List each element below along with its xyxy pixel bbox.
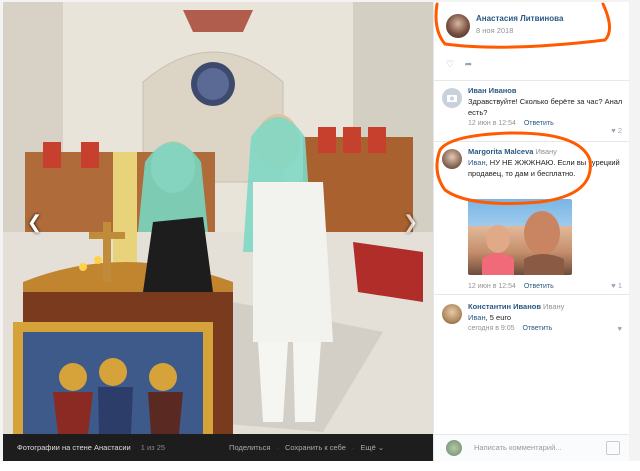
comment-time[interactable]: 12 июн в 12:54: [468, 283, 516, 290]
comment-author-line: Константин Иванов Ивану: [468, 302, 624, 311]
comment-input-row: Написать комментарий...: [434, 434, 629, 462]
share-icon[interactable]: ➦: [465, 59, 473, 69]
heart-icon: ♥: [617, 324, 622, 333]
reply-to[interactable]: Ивану: [543, 302, 564, 311]
comments-sidebar: Анастасия Литвинова 8 ноя 2018 ♡ ➦ Иван …: [433, 2, 629, 462]
comment-like[interactable]: ♥ 2: [611, 126, 622, 135]
avatar[interactable]: [446, 14, 470, 38]
mention-link[interactable]: Иван: [468, 158, 486, 167]
attached-photo: [482, 211, 564, 275]
chevron-left-icon[interactable]: ❮: [27, 212, 42, 233]
page-bottom: [0, 461, 640, 471]
like-count: 1: [617, 281, 622, 290]
avatar[interactable]: [442, 149, 462, 169]
comment: Иван Иванов Здравствуйте! Сколько берёте…: [442, 86, 626, 135]
photo-viewer-image[interactable]: ❮ ❯: [3, 2, 433, 434]
comment-time[interactable]: сегодня в 9:05: [468, 325, 515, 332]
separator: ·: [276, 443, 279, 452]
photo-info-bar: Фотографии на стене Анастасии 1 из 25 По…: [3, 434, 433, 461]
comment: Константин Иванов Ивану Иван, 5 euro сег…: [442, 302, 626, 342]
divider: [434, 80, 629, 81]
comment-author[interactable]: Константин Иванов: [468, 302, 541, 311]
camera-placeholder-icon: [447, 95, 457, 102]
mention-link[interactable]: Иван: [468, 313, 486, 322]
comment-like[interactable]: ♥: [618, 324, 622, 333]
post-date[interactable]: 8 ноя 2018: [476, 26, 513, 35]
avatar[interactable]: [442, 304, 462, 324]
comment-time[interactable]: 12 июн в 12:54: [468, 120, 516, 127]
chevron-right-icon[interactable]: ❯: [403, 212, 418, 233]
comment-meta: 12 июн в 12:54 Ответить: [468, 120, 624, 127]
comment-text-line: Иван, 5 euro: [468, 312, 624, 323]
emoji-icon[interactable]: [606, 441, 620, 455]
comment-input[interactable]: Написать комментарий...: [474, 443, 562, 452]
comment-meta: 12 июн в 12:54 Ответить: [468, 283, 554, 290]
comment-text: , НУ НЕ ЖЖЖНАЮ. Если вы турецкий продаве…: [468, 158, 620, 178]
chevron-down-icon: ⌄: [377, 443, 385, 452]
comment-author[interactable]: Margorita Malceva: [468, 147, 533, 156]
comment-text: , 5 euro: [485, 313, 512, 322]
more-label: Ещё: [360, 443, 376, 452]
divider: [434, 294, 629, 295]
avatar: [446, 440, 462, 456]
comment-photo-attachment[interactable]: [468, 199, 572, 275]
heart-icon: ♥: [611, 126, 616, 135]
post-owner: Анастасия Литвинова 8 ноя 2018: [446, 12, 626, 44]
comment: Margorita Malceva Ивану Иван, НУ НЕ ЖЖЖН…: [442, 147, 626, 290]
comment-text: Здравствуйте! Сколько берёте за час? Ана…: [468, 97, 623, 117]
post-actions: ♡ ➦: [446, 59, 480, 70]
heart-icon: ♥: [611, 281, 616, 290]
comment-text-line: Иван, НУ НЕ ЖЖЖНАЮ. Если вы турецкий про…: [468, 157, 624, 179]
like-count: 2: [617, 126, 622, 135]
like-icon[interactable]: ♡: [446, 59, 454, 69]
owner-name[interactable]: Анастасия Литвинова: [476, 14, 563, 23]
avatar[interactable]: [442, 88, 462, 108]
church-photo: [3, 2, 433, 434]
comment-meta: сегодня в 9:05 Ответить: [468, 325, 624, 332]
reply-button[interactable]: Ответить: [524, 283, 554, 290]
photo-album-title[interactable]: Фотографии на стене Анастасии: [17, 443, 131, 452]
divider: [434, 141, 629, 142]
more-button[interactable]: Ещё ⌄: [360, 443, 384, 452]
share-button[interactable]: Поделиться: [229, 443, 270, 452]
comment-author[interactable]: Иван Иванов: [468, 86, 624, 95]
separator: ·: [351, 443, 355, 452]
reply-button[interactable]: Ответить: [524, 120, 554, 127]
comment-author-line: Margorita Malceva Ивану: [468, 147, 624, 156]
save-to-self-button[interactable]: Сохранить к себе: [285, 443, 346, 452]
comment-like[interactable]: ♥ 1: [611, 281, 622, 290]
photo-counter: 1 из 25: [140, 443, 166, 452]
reply-button[interactable]: Ответить: [522, 325, 552, 332]
reply-to[interactable]: Ивану: [536, 147, 557, 156]
